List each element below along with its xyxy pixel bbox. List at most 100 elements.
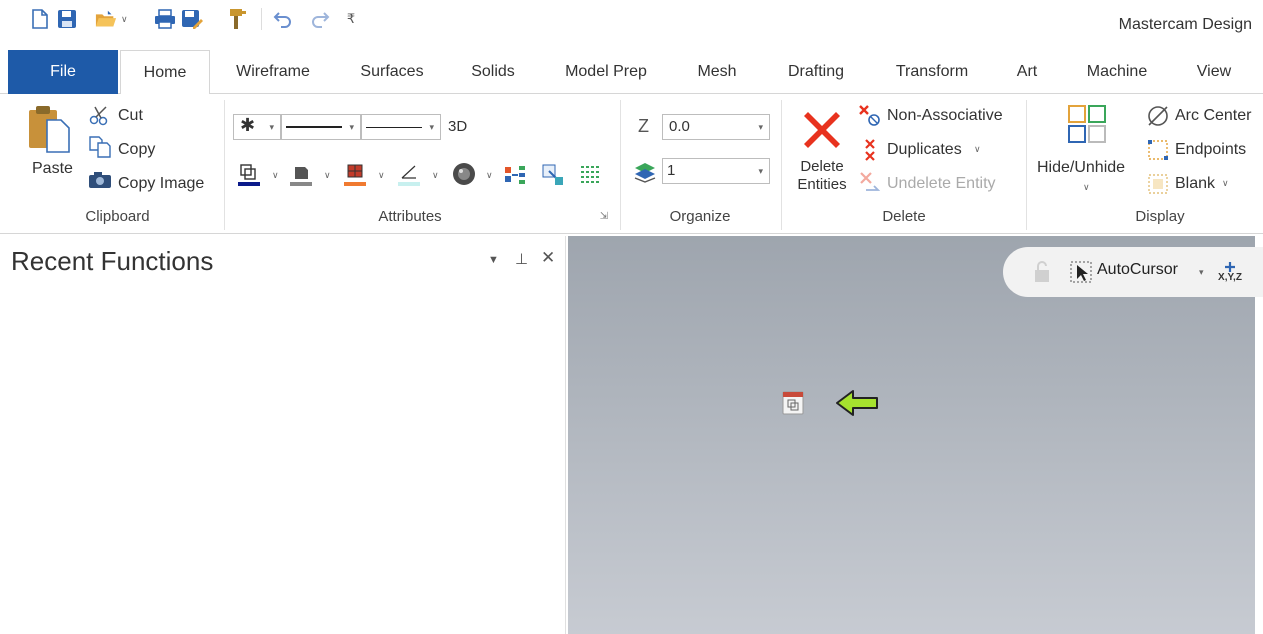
blank-button[interactable]: Blank [1175,175,1215,193]
solid-color-icon[interactable] [288,162,314,188]
chevron-down-icon[interactable]: ∨ [121,14,128,25]
level-value: 1 [667,162,676,179]
material-color-icon[interactable] [396,162,422,188]
delete-entities-line1[interactable]: Delete [796,158,848,175]
customize-icon[interactable]: ₹ [340,8,362,30]
z-depth-value: 0.0 [669,118,690,135]
level-stack-icon [632,160,658,184]
copy-button[interactable]: Copy [118,141,155,159]
tab-art[interactable]: Art [1002,50,1052,94]
undelete-entity-button: Undelete Entity [887,175,996,192]
z-depth-input[interactable]: 0.0 ▾ [662,114,770,140]
hide-unhide-icon[interactable] [1066,104,1110,146]
chevron-down-icon[interactable]: ∨ [1083,182,1090,193]
file-icon[interactable] [780,390,806,416]
redo-icon[interactable] [309,8,331,30]
endpoints-icon[interactable] [1146,138,1170,162]
panel-title: Recent Functions [11,246,214,276]
undelete-icon [858,170,882,194]
pin-icon[interactable]: ⊥ [515,250,528,268]
mastercam-window: ∨ ₹ Mastercam Design File Home Wireframe… [0,0,1263,634]
copy-image-button[interactable]: Copy Image [118,175,204,193]
tab-file[interactable]: File [8,50,118,94]
blank-icon[interactable] [1146,172,1170,196]
paste-icon[interactable] [26,104,74,154]
cursor-select-icon[interactable] [1069,260,1093,284]
tab-surfaces[interactable]: Surfaces [346,50,438,94]
close-icon[interactable]: ✕ [541,248,555,268]
save-icon[interactable] [56,8,78,30]
attributes-dialog-launcher-icon[interactable]: ⇲ [598,210,610,222]
chevron-down-icon: ▾ [758,166,763,176]
tab-model-prep[interactable]: Model Prep [548,50,664,94]
tab-machine[interactable]: Machine [1072,50,1162,94]
level-input[interactable]: 1 ▾ [662,158,770,184]
chevron-down-icon[interactable]: ∨ [272,170,279,181]
thin-line-icon [366,127,422,128]
chevron-down-icon[interactable]: ∨ [486,170,493,181]
ribbon: Paste Cut Copy Copy Image Clipboard ✱ ▾ [0,94,1263,234]
display-group-label: Display [1135,208,1185,225]
hide-unhide-button[interactable]: Hide/Unhide [1037,159,1125,177]
copy-icon[interactable] [88,136,112,158]
undo-icon[interactable] [272,8,294,30]
open-folder-icon[interactable]: ∨ [95,8,128,30]
tab-view[interactable]: View [1182,50,1246,94]
arc-center-icon[interactable] [1145,104,1171,128]
paste-button[interactable]: Paste [32,160,73,178]
save-as-icon[interactable] [181,8,203,30]
scissors-icon[interactable] [88,106,112,126]
change-attributes-icon[interactable] [540,162,566,188]
organize-group-label: Organize [669,208,731,225]
line-width-dropdown[interactable]: ▾ [361,114,441,140]
material-sphere-icon[interactable] [450,160,478,188]
camera-icon[interactable] [88,170,112,190]
tab-mesh[interactable]: Mesh [684,50,750,94]
solid-line-icon [286,126,342,128]
attributes-group-label: Attributes [378,208,442,225]
tab-home[interactable]: Home [120,50,210,95]
quick-access-toolbar: ∨ ₹ Mastercam Design [0,0,1263,50]
surface-color-icon[interactable] [342,162,368,188]
delete-group-label: Delete [882,208,926,225]
panel-menu-icon[interactable]: ▼ [488,254,499,266]
set-all-icon[interactable] [502,162,528,188]
wireframe-color-icon[interactable] [236,162,262,188]
tab-solids[interactable]: Solids [458,50,528,94]
lock-icon[interactable] [1031,260,1053,284]
arrow-left-icon [834,388,880,418]
autocursor-toolbar: AutoCursor ▾ X,Y,Z [1003,247,1263,297]
autocursor-button[interactable]: AutoCursor [1097,261,1178,279]
paint-brush-icon[interactable] [227,8,249,30]
tab-transform[interactable]: Transform [882,50,982,94]
xyz-label: X,Y,Z [1218,271,1242,283]
non-associative-button[interactable]: Non-Associative [887,107,1003,125]
3d-toggle[interactable]: 3D [448,118,467,135]
duplicates-button[interactable]: Duplicates [887,141,962,159]
tab-wireframe[interactable]: Wireframe [220,50,326,94]
new-file-icon[interactable] [29,8,51,30]
group-separator [620,100,621,230]
delete-entities-line2[interactable]: Entities [792,176,852,193]
cut-button[interactable]: Cut [118,107,143,125]
tab-drafting[interactable]: Drafting [770,50,862,94]
delete-x-icon[interactable] [800,108,844,148]
chevron-down-icon[interactable]: ∨ [1222,178,1229,189]
endpoints-button[interactable]: Endpoints [1175,141,1246,159]
chevron-down-icon[interactable]: ∨ [432,170,439,181]
toolbar-separator [261,8,262,30]
point-style-dropdown[interactable]: ✱ ▾ [233,114,281,140]
clear-attributes-icon[interactable] [578,162,604,188]
chevron-down-icon[interactable]: ∨ [378,170,385,181]
chevron-down-icon[interactable]: ∨ [324,170,331,181]
recent-functions-panel: Recent Functions ▼ ⊥ ✕ [0,236,566,634]
xyz-coordinate-icon[interactable]: X,Y,Z [1215,259,1245,285]
line-style-dropdown[interactable]: ▾ [281,114,361,140]
non-associative-icon[interactable] [858,104,882,128]
chevron-down-icon[interactable]: ▾ [1199,267,1204,278]
chevron-down-icon: ▾ [758,122,763,132]
duplicates-icon[interactable] [860,138,882,162]
chevron-down-icon[interactable]: ∨ [974,144,981,155]
arc-center-button[interactable]: Arc Center [1175,107,1251,125]
print-icon[interactable] [154,8,176,30]
